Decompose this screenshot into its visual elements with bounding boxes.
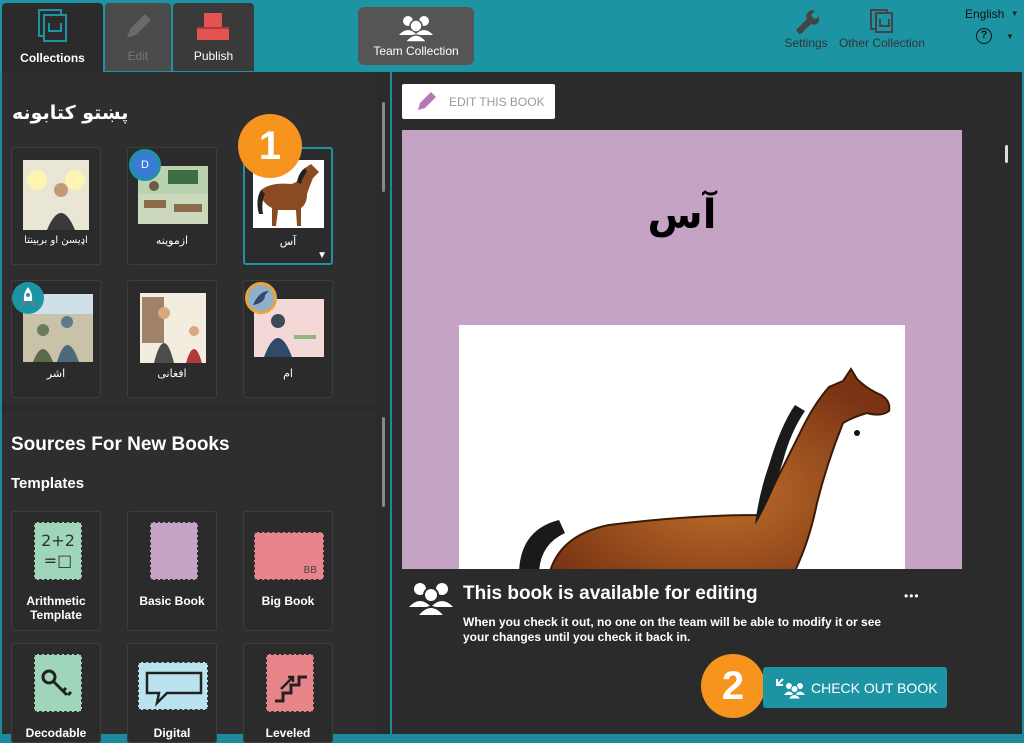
keys-icon bbox=[34, 654, 82, 712]
tab-edit[interactable]: Edit bbox=[105, 3, 171, 71]
checkout-team-icon bbox=[776, 678, 805, 699]
tab-edit-label: Edit bbox=[127, 49, 149, 63]
pencil-icon bbox=[127, 14, 151, 38]
template-label: Arithmetic Template bbox=[26, 594, 86, 622]
template-card[interactable]: BB Big Book bbox=[243, 511, 333, 631]
book-card[interactable]: اډیسن او بربینتا bbox=[11, 147, 101, 265]
book-illustration bbox=[142, 297, 202, 363]
stairs-icon bbox=[266, 654, 314, 712]
book-illustration bbox=[27, 170, 85, 230]
pencil-icon bbox=[418, 92, 436, 110]
language-selector[interactable]: English ▼ bbox=[965, 7, 1019, 21]
template-card[interactable]: Basic Book bbox=[127, 511, 217, 631]
template-card[interactable]: Leveled bbox=[243, 643, 333, 743]
template-card[interactable]: 2+2 =□ Arithmetic Template bbox=[11, 511, 101, 631]
basic-book-icon bbox=[150, 522, 198, 580]
other-collection-button[interactable]: Other Collection bbox=[836, 8, 928, 50]
sources-section: Sources For New Books Templates 2+2 =□ Ar… bbox=[2, 413, 376, 743]
language-label: English bbox=[965, 7, 1005, 21]
chevron-down-icon: ▼ bbox=[1006, 32, 1014, 41]
badge-initial: D bbox=[141, 159, 149, 171]
check-out-book-label: CHECK OUT BOOK bbox=[811, 680, 938, 696]
book-title: ام bbox=[283, 367, 293, 380]
template-label: Big Book bbox=[261, 594, 315, 608]
tab-collections-label: Collections bbox=[20, 51, 85, 65]
key-icon bbox=[41, 669, 73, 697]
book-card[interactable]: افغانی bbox=[127, 280, 217, 398]
template-label: Leveled bbox=[265, 726, 311, 740]
horse-illustration bbox=[519, 367, 891, 570]
chevron-down-icon: ▼ bbox=[1010, 9, 1019, 18]
book-title: اډیسن او بربینتا bbox=[24, 235, 88, 246]
book-page-preview: آس bbox=[402, 130, 962, 570]
callout-marker-2: 2 bbox=[701, 654, 765, 718]
digital-icon bbox=[138, 662, 208, 710]
big-book-corner: BB bbox=[303, 565, 317, 576]
collection-scrollbar[interactable] bbox=[382, 102, 385, 192]
help-button[interactable]: ? bbox=[976, 28, 992, 44]
collections-icon bbox=[38, 9, 67, 42]
edit-this-book-button[interactable]: EDIT THIS BOOK bbox=[402, 84, 555, 119]
check-out-book-button[interactable]: CHECK OUT BOOK bbox=[763, 667, 947, 708]
rocket-badge bbox=[12, 282, 44, 314]
book-title: ازموینه bbox=[155, 234, 189, 247]
leveled-stairs-icon bbox=[275, 675, 307, 703]
team-collection-button[interactable]: Team Collection bbox=[358, 7, 474, 65]
team-collection-label: Team Collection bbox=[373, 44, 459, 58]
arithmetic-template-icon: 2+2 =□ bbox=[34, 522, 82, 580]
template-label: Digital bbox=[153, 726, 191, 740]
sources-scrollbar[interactable] bbox=[382, 417, 385, 507]
checkout-description: When you check it out, no one on the tea… bbox=[463, 615, 882, 644]
team-icon bbox=[399, 16, 433, 43]
template-label: Decodable bbox=[25, 726, 87, 740]
collection-section: پښتو کتابونه اډیسن او بربینتا ازموینه D … bbox=[2, 72, 376, 403]
book-thumbnail bbox=[23, 160, 89, 230]
page-image-frame bbox=[459, 325, 905, 570]
edit-this-book-label: EDIT THIS BOOK bbox=[449, 95, 545, 109]
template-label: Basic Book bbox=[139, 594, 205, 608]
book-thumbnail bbox=[140, 293, 206, 363]
settings-button[interactable]: Settings bbox=[782, 8, 830, 50]
rocket-icon bbox=[21, 287, 35, 306]
collections-pane: پښتو کتابونه اډیسن او بربینتا ازموینه D … bbox=[2, 72, 390, 743]
top-bar: Collections Edit Publish Team Collection… bbox=[0, 0, 1024, 73]
preview-scrollbar[interactable] bbox=[1005, 145, 1008, 163]
page-title: آس bbox=[647, 192, 717, 238]
more-options-icon[interactable]: ••• bbox=[904, 589, 920, 603]
tab-collections[interactable]: Collections bbox=[2, 3, 103, 73]
tab-publish[interactable]: Publish bbox=[173, 3, 254, 71]
big-book-icon: BB bbox=[254, 532, 324, 580]
checkout-heading: This book is available for editing bbox=[463, 583, 758, 604]
callout-number: 1 bbox=[258, 124, 282, 168]
book-title: افغانی bbox=[157, 367, 187, 380]
bird-icon bbox=[253, 291, 269, 305]
settings-label: Settings bbox=[784, 36, 828, 50]
collection-title: پښتو کتابونه bbox=[12, 102, 129, 124]
template-card[interactable]: Decodable bbox=[11, 643, 101, 743]
help-glyph: ? bbox=[980, 29, 988, 41]
team-icon bbox=[409, 583, 453, 616]
other-collection-label: Other Collection bbox=[838, 36, 926, 50]
wrench-icon bbox=[796, 10, 819, 34]
user-avatar-badge: D bbox=[129, 149, 161, 181]
template-card[interactable]: Digital bbox=[127, 643, 217, 743]
bird-avatar-badge bbox=[245, 282, 277, 314]
book-menu-caret-icon[interactable]: ▼ bbox=[317, 250, 327, 261]
templates-heading: Templates bbox=[11, 475, 85, 492]
book-title: اشر bbox=[46, 367, 66, 380]
tab-publish-label: Publish bbox=[193, 49, 234, 63]
callout-marker-1: 1 bbox=[238, 114, 302, 178]
sources-title: Sources For New Books bbox=[11, 434, 230, 455]
publish-icon bbox=[197, 13, 229, 40]
speech-bubble-icon bbox=[145, 671, 203, 707]
other-collection-icon bbox=[870, 9, 893, 33]
book-title: آس bbox=[279, 235, 297, 248]
callout-number: 2 bbox=[721, 664, 745, 708]
